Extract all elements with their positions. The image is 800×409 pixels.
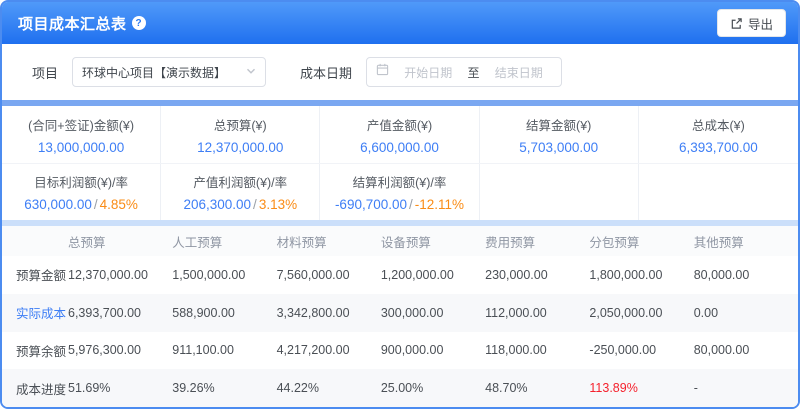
kpi-target-profit: 目标利润额(¥)/率 630,000.00/4.85% [2,164,161,220]
table-cell: 51.69% [68,369,172,407]
table-cell: 4,217,200.00 [277,332,381,370]
date-range-input[interactable]: 开始日期 至 结束日期 [366,57,562,87]
kpi-label: 产值利润额(¥)/率 [193,172,287,191]
kpi-output-profit: 产值利润额(¥)/率 206,300.00/3.13% [161,164,320,220]
table-cell: 39.26% [172,369,276,407]
export-icon [730,17,743,30]
kpi-label: 目标利润额(¥)/率 [34,172,128,191]
table-cell: 7,560,000.00 [277,256,381,294]
table-cell: 80,000.00 [694,332,798,370]
column-header-blank [2,226,68,256]
kpi-contract-amount: (合同+签证)金额(¥) 13,000,000.00 [2,106,161,163]
table-cell: 6,393,700.00 [68,294,172,332]
table-row-actual-cost: 实际成本 6,393,700.00 588,900.00 3,342,800.0… [2,294,798,332]
budget-table-card: 总预算 人工预算 材料预算 设备预算 费用预算 分包预算 其他预算 预算金额 1… [2,226,798,407]
table-cell: 230,000.00 [485,256,589,294]
kpi-label: 总成本(¥) [692,115,745,134]
kpi-value: 6,600,000.00 [360,140,439,155]
kpi-label: (合同+签证)金额(¥) [28,115,134,134]
app-header: 项目成本汇总表 ? 导出 [2,2,798,44]
filter-bar: 项目 环球中心项目【演示数据】 成本日期 开始日期 至 结束日期 [2,44,798,100]
table-cell: 300,000.00 [381,294,485,332]
kpi-empty-cell [639,164,798,220]
table-cell: 900,000.00 [381,332,485,370]
kpi-settlement-amount: 结算金额(¥) 5,703,000.00 [480,106,639,163]
table-row-budget-amount: 预算金额 12,370,000.00 1,500,000.00 7,560,00… [2,256,798,294]
kpi-value: 12,370,000.00 [197,140,283,155]
table-row-cost-progress: 成本进度 51.69% 39.26% 44.22% 25.00% 48.70% … [2,369,798,407]
cost-date-filter-label: 成本日期 [300,63,352,82]
column-header-subcontract-budget: 分包预算 [589,226,693,256]
table-cell: 588,900.00 [172,294,276,332]
table-cell-overrun: 113.89% [589,369,693,407]
table-cell: 0.00 [694,294,798,332]
date-to-label: 至 [468,64,480,81]
report-window: 项目成本汇总表 ? 导出 项目 环球中心项目【演示数据】 成本 [0,0,800,409]
kpi-label: 结算利润额(¥)/率 [353,172,447,191]
column-header-other-budget: 其他预算 [694,226,798,256]
table-cell: 44.22% [277,369,381,407]
table-cell: 118,000.00 [485,332,589,370]
project-select-value: 环球中心项目【演示数据】 [82,64,226,81]
actual-cost-link[interactable]: 实际成本 [2,294,68,332]
start-date-placeholder: 开始日期 [395,64,462,81]
end-date-placeholder: 结束日期 [486,64,553,81]
summary-row-profits: 目标利润额(¥)/率 630,000.00/4.85% 产值利润额(¥)/率 2… [2,163,798,220]
column-header-labor-budget: 人工预算 [172,226,276,256]
table-cell: 1,800,000.00 [589,256,693,294]
help-icon[interactable]: ? [132,16,146,30]
kpi-value: -690,700.00/-12.11% [335,197,464,212]
table-cell: 12,370,000.00 [68,256,172,294]
page-title: 项目成本汇总表 [18,13,127,34]
kpi-value: 6,393,700.00 [679,140,758,155]
kpi-value: 5,703,000.00 [519,140,598,155]
kpi-empty-cell [480,164,639,220]
project-filter-label: 项目 [32,63,58,82]
column-header-total-budget: 总预算 [68,226,172,256]
table-cell: 3,342,800.00 [277,294,381,332]
kpi-label: 结算金额(¥) [526,115,591,134]
table-cell: 1,500,000.00 [172,256,276,294]
column-header-equipment-budget: 设备预算 [381,226,485,256]
kpi-label: 总预算(¥) [214,115,267,134]
column-header-material-budget: 材料预算 [277,226,381,256]
table-cell: -250,000.00 [589,332,693,370]
calendar-icon [376,63,389,81]
column-header-expense-budget: 费用预算 [485,226,589,256]
kpi-total-cost: 总成本(¥) 6,393,700.00 [639,106,798,163]
kpi-value: 206,300.00/3.13% [183,197,297,212]
summary-row-amounts: (合同+签证)金额(¥) 13,000,000.00 总预算(¥) 12,370… [2,106,798,163]
kpi-total-budget: 总预算(¥) 12,370,000.00 [161,106,320,163]
table-cell: - [694,369,798,407]
table-cell: 25.00% [381,369,485,407]
export-button[interactable]: 导出 [717,9,786,37]
kpi-label: 产值金额(¥) [367,115,432,134]
chevron-down-icon [246,63,256,81]
kpi-settlement-profit: 结算利润额(¥)/率 -690,700.00/-12.11% [320,164,479,220]
table-cell: 112,000.00 [485,294,589,332]
project-select[interactable]: 环球中心项目【演示数据】 [72,57,266,87]
kpi-output-amount: 产值金额(¥) 6,600,000.00 [320,106,479,163]
row-label: 成本进度 [2,369,68,407]
row-label: 预算金额 [2,256,68,294]
table-header-row: 总预算 人工预算 材料预算 设备预算 费用预算 分包预算 其他预算 [2,226,798,256]
table-cell: 2,050,000.00 [589,294,693,332]
table-row-budget-balance: 预算余额 5,976,300.00 911,100.00 4,217,200.0… [2,332,798,370]
summary-card: (合同+签证)金额(¥) 13,000,000.00 总预算(¥) 12,370… [2,106,798,220]
table-cell: 48.70% [485,369,589,407]
table-cell: 911,100.00 [172,332,276,370]
row-label: 预算余额 [2,332,68,370]
export-button-label: 导出 [748,14,773,33]
budget-table: 总预算 人工预算 材料预算 设备预算 费用预算 分包预算 其他预算 预算金额 1… [2,226,798,407]
table-cell: 80,000.00 [694,256,798,294]
table-cell: 5,976,300.00 [68,332,172,370]
kpi-value: 13,000,000.00 [38,140,124,155]
kpi-value: 630,000.00/4.85% [24,197,138,212]
table-cell: 1,200,000.00 [381,256,485,294]
